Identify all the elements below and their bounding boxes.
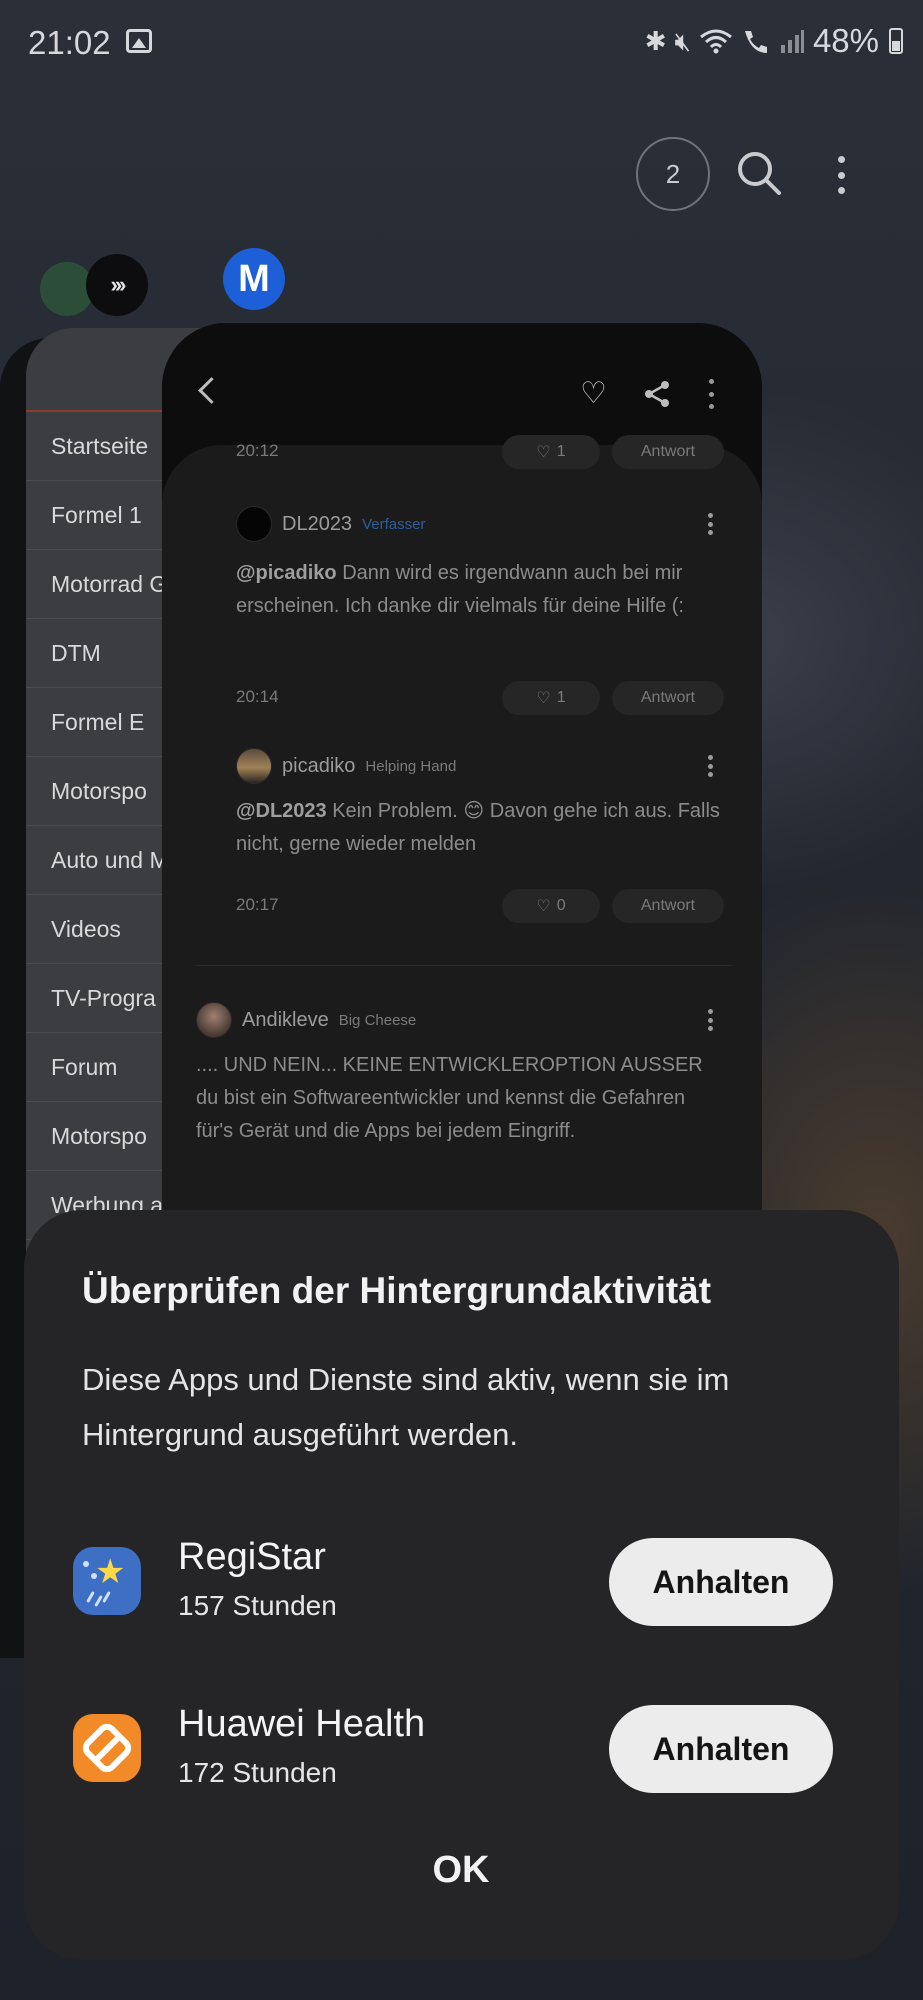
comment-role: Verfasser [362, 515, 426, 533]
status-bar: 21:02 ✱ 🔇︎ 48% [0, 0, 923, 86]
app-name: Huawei Health [178, 1703, 426, 1745]
like-count: 1 [556, 443, 566, 460]
mention[interactable]: @DL2023 [236, 800, 327, 822]
ok-button[interactable]: OK [401, 1840, 521, 1900]
comment-time: 20:17 [236, 895, 279, 914]
huawei-health-app-icon [73, 1714, 141, 1782]
background-activity-dialog: Überprüfen der Hintergrundaktivität Dies… [24, 1210, 899, 1960]
search-icon[interactable] [736, 150, 782, 196]
more-icon[interactable] [707, 379, 715, 409]
share-icon[interactable] [642, 379, 672, 409]
heart-icon[interactable]: ♡ [580, 379, 607, 409]
dialog-description: Diese Apps und Dienste sind aktiv, wenn … [82, 1362, 730, 1452]
gallery-icon [126, 29, 152, 53]
comment-author[interactable]: picadiko [282, 755, 355, 778]
bluetooth-icon: ✱ [644, 26, 667, 56]
comment-header: picadiko Helping Hand [236, 747, 456, 785]
like-button[interactable]: ♡ 0 [502, 889, 600, 923]
app-name: RegiStar [178, 1536, 326, 1578]
app-icon-m[interactable]: M [223, 248, 285, 310]
comment-more-icon[interactable] [708, 513, 714, 535]
comment-meta: 20:14 ♡ 1 Antwort [162, 681, 762, 721]
comment-body: .... UND NEIN... KEINE ENTWICKLEROPTION … [196, 1054, 703, 1142]
signal-icon [780, 30, 804, 53]
more-options-icon[interactable] [826, 150, 856, 200]
app-active-hours: 172 Stunden [178, 1757, 337, 1788]
like-button[interactable]: ♡ 1 [502, 681, 600, 715]
like-count: 0 [556, 897, 566, 914]
battery-percent: 48% [812, 22, 879, 59]
registar-app-icon: ★ [73, 1547, 141, 1615]
comment-header: DL2023 Verfasser [236, 505, 425, 543]
mute-icon: 🔇︎ [674, 26, 691, 56]
app-row-registar: ★ RegiStar 157 Stunden Anhalten [24, 1528, 899, 1638]
avatar[interactable] [196, 1002, 232, 1038]
battery-icon [889, 28, 903, 54]
comment-meta: 20:17 ♡ 0 Antwort [162, 889, 762, 929]
comment-role: Helping Hand [365, 757, 457, 775]
comment-author[interactable]: Andikleve [242, 1009, 329, 1032]
thread-divider [196, 965, 732, 966]
avatar[interactable] [236, 506, 272, 542]
comment-text: @DL2023 Kein Problem. 😊 Davon gehe ich a… [236, 795, 726, 861]
comment-header: Andikleve Big Cheese [196, 1001, 416, 1039]
pause-button[interactable]: Anhalten [609, 1705, 833, 1793]
app-row-huawei-health: Huawei Health 172 Stunden Anhalten [24, 1695, 899, 1805]
pause-button[interactable]: Anhalten [609, 1538, 833, 1626]
status-icons: ✱ 🔇︎ 48% [645, 22, 903, 60]
avatar[interactable] [236, 748, 272, 784]
heart-icon: ♡ [536, 444, 551, 461]
comment-text: @picadiko Dann wird es irgendwann auch b… [236, 557, 726, 623]
dialog-title: Überprüfen der Hintergrundaktivität [82, 1270, 712, 1311]
wifi-call-icon [744, 31, 767, 53]
heart-icon: ♡ [536, 690, 551, 707]
app-active-hours: 157 Stunden [178, 1590, 337, 1621]
comment-more-icon[interactable] [708, 755, 714, 777]
reply-button[interactable]: Antwort [612, 889, 724, 923]
heart-icon: ♡ [536, 898, 551, 915]
back-icon[interactable] [198, 377, 225, 404]
like-button[interactable]: ♡ 1 [502, 435, 600, 469]
app-icon-arrows[interactable]: ››› [86, 254, 148, 316]
wifi-icon [700, 29, 732, 54]
comment-time: 20:12 [236, 441, 279, 460]
reply-button[interactable]: Antwort [612, 435, 724, 469]
reply-button[interactable]: Antwort [612, 681, 724, 715]
window-count-button[interactable]: 2 [636, 137, 710, 211]
comment-meta: 20:12 ♡ 1 Antwort [162, 435, 762, 475]
comment-author[interactable]: DL2023 [282, 513, 352, 536]
status-time: 21:02 [28, 24, 111, 61]
comment-more-icon[interactable] [708, 1009, 714, 1031]
comment-role: Big Cheese [338, 1011, 417, 1029]
mention[interactable]: @picadiko [236, 562, 337, 584]
like-count: 1 [556, 689, 566, 706]
comment-time: 20:14 [236, 687, 279, 706]
forum-header: ♡ [162, 323, 762, 443]
